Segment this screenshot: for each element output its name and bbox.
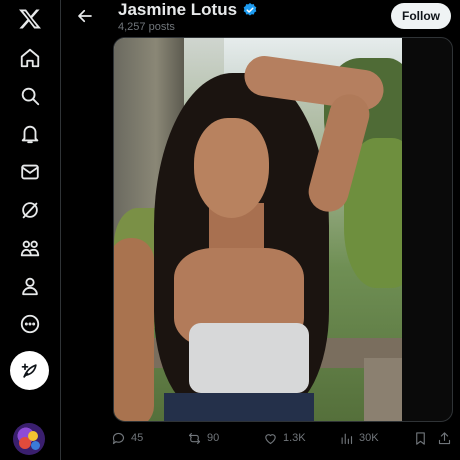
account-avatar[interactable] [13,423,45,455]
communities-icon[interactable] [11,229,49,267]
verified-badge-icon [243,3,257,16]
reply-icon [112,432,125,444]
repost-button[interactable]: 90 [187,428,219,448]
follow-button[interactable]: Follow [391,3,451,29]
x-logo-icon[interactable] [11,0,49,38]
view-count: 30K [359,432,379,444]
notifications-icon[interactable] [11,115,49,153]
post-media[interactable] [113,37,453,422]
profile-name[interactable]: Jasmine Lotus [118,0,237,20]
reply-count: 45 [131,432,144,444]
post-header: Jasmine Lotus 4,257 posts Follow [61,0,460,38]
grok-icon[interactable] [11,191,49,229]
share-icon [438,431,451,444]
like-button[interactable]: 1.3K [263,428,306,448]
messages-icon[interactable] [11,153,49,191]
home-icon[interactable] [11,39,49,77]
post-count: 4,257 posts [118,21,175,33]
profile-name-row: Jasmine Lotus [118,0,258,20]
views-button[interactable]: 30K [339,428,379,448]
back-button[interactable] [73,4,97,28]
post-actions: 45 90 1.3K 30K [61,428,460,450]
compose-icon [21,363,37,378]
post-detail-column: Jasmine Lotus 4,257 posts Follow 45 90 1… [60,0,460,460]
repost-count: 90 [207,432,220,444]
profile-icon[interactable] [11,267,49,305]
arrow-left-icon [78,9,92,23]
heart-icon [265,433,276,444]
left-navigation [0,0,60,460]
post-button[interactable] [10,351,49,390]
reply-button[interactable]: 45 [111,428,143,448]
repost-icon [188,432,201,444]
bookmark-button[interactable] [413,428,428,448]
like-count: 1.3K [283,432,306,444]
search-icon[interactable] [11,77,49,115]
post-photo[interactable] [114,38,402,421]
analytics-icon [341,433,353,444]
bookmark-icon [416,431,425,445]
more-icon[interactable] [11,305,49,343]
share-button[interactable] [437,428,452,448]
